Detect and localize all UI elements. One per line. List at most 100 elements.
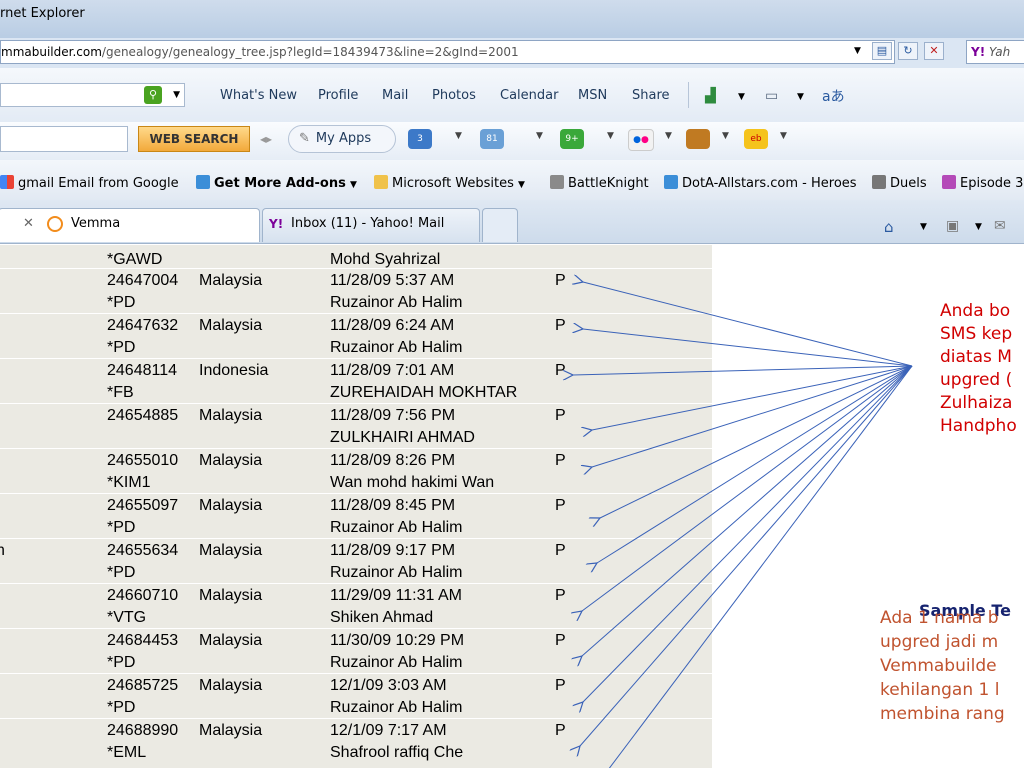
red-line: diatas M [940, 347, 1012, 367]
feeds-icon[interactable]: ▣ [946, 218, 959, 234]
mail-app-icon[interactable]: 3 [408, 129, 432, 149]
sample-line: Vemmabuilde [880, 656, 997, 676]
cell-code: *PD [107, 294, 136, 311]
tab-vemma[interactable]: ✕ Vemma [0, 208, 260, 242]
cell-id: 24688990 [107, 722, 179, 739]
cell-status: P [555, 317, 566, 334]
weather-app-icon[interactable]: 81 [480, 129, 504, 149]
cell-status: P [555, 542, 566, 559]
cell-code: *PD [107, 564, 136, 581]
fav-get-addons-label: Get More Add-ons [214, 176, 346, 191]
tab-close-icon[interactable]: ✕ [23, 209, 34, 239]
cell-status: P [555, 587, 566, 604]
fav-gmail[interactable]: gmail Email from Google [0, 175, 179, 191]
toolbar-whats-new[interactable]: What's New [220, 88, 297, 103]
tools-icon[interactable]: ▭ [765, 88, 778, 104]
row-separator [0, 448, 712, 449]
mail-app-dropdown-icon[interactable]: ▼ [455, 131, 462, 141]
stop-icon[interactable]: ✕ [924, 42, 944, 60]
new-tab-button[interactable] [482, 208, 518, 242]
toolbar-separator [688, 82, 689, 108]
cell-country: Malaysia [199, 632, 263, 649]
my-apps-button[interactable]: ✎ My Apps [288, 125, 396, 153]
row-separator [0, 583, 712, 584]
fav-episode[interactable]: Episode 3 [942, 175, 1023, 191]
cell-name: Shiken Ahmad [330, 609, 434, 626]
fav-battleknight[interactable]: BattleKnight [550, 175, 649, 191]
cell-name: Ruzainor Ab Halim [330, 564, 463, 581]
cell-status: P [555, 362, 566, 379]
compatibility-view-icon[interactable]: ▤ [872, 42, 892, 60]
home-dropdown-icon[interactable]: ▼ [920, 222, 927, 232]
cell-code: *PD [107, 339, 136, 356]
home-icon[interactable]: ⌂ [884, 218, 894, 236]
updates-app-icon[interactable]: 9+ [560, 129, 584, 149]
toolbar-profile[interactable]: Profile [318, 88, 358, 103]
search-dropdown-icon[interactable]: ▼ [173, 90, 180, 100]
feeds-dropdown-icon[interactable]: ▼ [975, 222, 982, 232]
row-separator [0, 403, 712, 404]
cell-id: 24647004 [107, 272, 179, 289]
cell-id: 24660710 [107, 587, 179, 604]
search-go-icon[interactable]: ⚲ [144, 86, 162, 104]
row-separator [0, 628, 712, 629]
flickr-app-dropdown-icon[interactable]: ▼ [665, 131, 672, 141]
cell-status: P [555, 272, 566, 289]
cell-status: P [555, 722, 566, 739]
toolbar-calendar[interactable]: Calendar [500, 88, 558, 103]
cell-status: P [555, 677, 566, 694]
search-provider-input[interactable]: Y! Yah [966, 40, 1024, 64]
game-app-icon[interactable] [686, 129, 710, 149]
table-row: 24655097 Malaysia 11/28/09 8:45 PM P *PD Ruza… [0, 493, 712, 538]
toolbar-photos[interactable]: Photos [432, 88, 476, 103]
tab-yahoo-mail[interactable]: Y! Inbox (11) - Yahoo! Mail [262, 208, 480, 242]
flickr-app-icon[interactable]: ●● [628, 129, 654, 151]
web-search-input[interactable] [0, 126, 128, 152]
game-app-dropdown-icon[interactable]: ▼ [722, 131, 729, 141]
toolbar-share[interactable]: Share [632, 88, 670, 103]
cell-name: Ruzainor Ab Halim [330, 294, 463, 311]
fav-microsoft-websites[interactable]: Microsoft Websites ▼ [374, 175, 525, 191]
cell-id: 24685725 [107, 677, 179, 694]
toolbar-search-input[interactable]: ⚲ ▼ [0, 83, 185, 107]
web-search-button[interactable]: WEB SEARCH [138, 126, 250, 152]
cell-status: P [555, 497, 566, 514]
url-path: /genealogy/genealogy_tree.jsp?legId=1843… [101, 45, 519, 59]
red-line: upgred ( [940, 370, 1013, 390]
mail-icon[interactable]: ✉ [994, 218, 1006, 234]
toolbar-mail[interactable]: Mail [382, 88, 408, 103]
refresh-icon[interactable]: ↻ [898, 42, 918, 60]
cell-date: 11/29/09 11:31 AM [330, 587, 462, 604]
cell-status: P [555, 407, 566, 424]
tools-dropdown-icon[interactable]: ▼ [797, 92, 804, 102]
swords-icon [872, 175, 886, 189]
fav-dota[interactable]: DotA-Allstars.com - Heroes [664, 175, 857, 191]
cell-date: 12/1/09 3:03 AM [330, 677, 447, 694]
toolbar-msn[interactable]: MSN [578, 88, 607, 103]
fav-gmail-label: gmail Email from Google [18, 176, 179, 191]
episode-icon [942, 175, 956, 189]
ebay-app-dropdown-icon[interactable]: ▼ [780, 131, 787, 141]
row-separator [0, 538, 712, 539]
weather-app-dropdown-icon[interactable]: ▼ [536, 131, 543, 141]
address-dropdown-icon[interactable]: ▼ [854, 46, 861, 56]
translate-icon[interactable]: aあ [822, 86, 845, 106]
cell-name: Ruzainor Ab Halim [330, 699, 463, 716]
chart-icon[interactable]: ▟ [705, 88, 716, 104]
cell-code: *PD [107, 654, 136, 671]
table-row: 24647004 Malaysia 11/28/09 5:37 AM P *PD Ruza… [0, 268, 712, 313]
address-input[interactable]: mmabuilder.com/genealogy/genealogy_tree.… [0, 40, 895, 64]
updates-app-dropdown-icon[interactable]: ▼ [607, 131, 614, 141]
red-line: Anda bo [940, 301, 1011, 321]
chart-dropdown-icon[interactable]: ▼ [738, 92, 745, 102]
cell-name: Shafrool raffiq Che [330, 744, 464, 761]
tab-vemma-label: Vemma [71, 216, 121, 231]
fav-duels[interactable]: Duels [872, 175, 927, 191]
cell-name: ZUREHAIDAH MOKHTAR [330, 384, 518, 401]
table-row: 24685725 Malaysia 12/1/09 3:03 AM P *PD Ruzai… [0, 673, 712, 718]
ebay-app-icon[interactable]: eb [744, 129, 768, 149]
fav-get-addons[interactable]: Get More Add-ons ▼ [196, 175, 357, 191]
cell-date: 11/28/09 8:26 PM [330, 452, 456, 469]
cell-code: *PD [107, 699, 136, 716]
ie-icon [664, 175, 678, 189]
